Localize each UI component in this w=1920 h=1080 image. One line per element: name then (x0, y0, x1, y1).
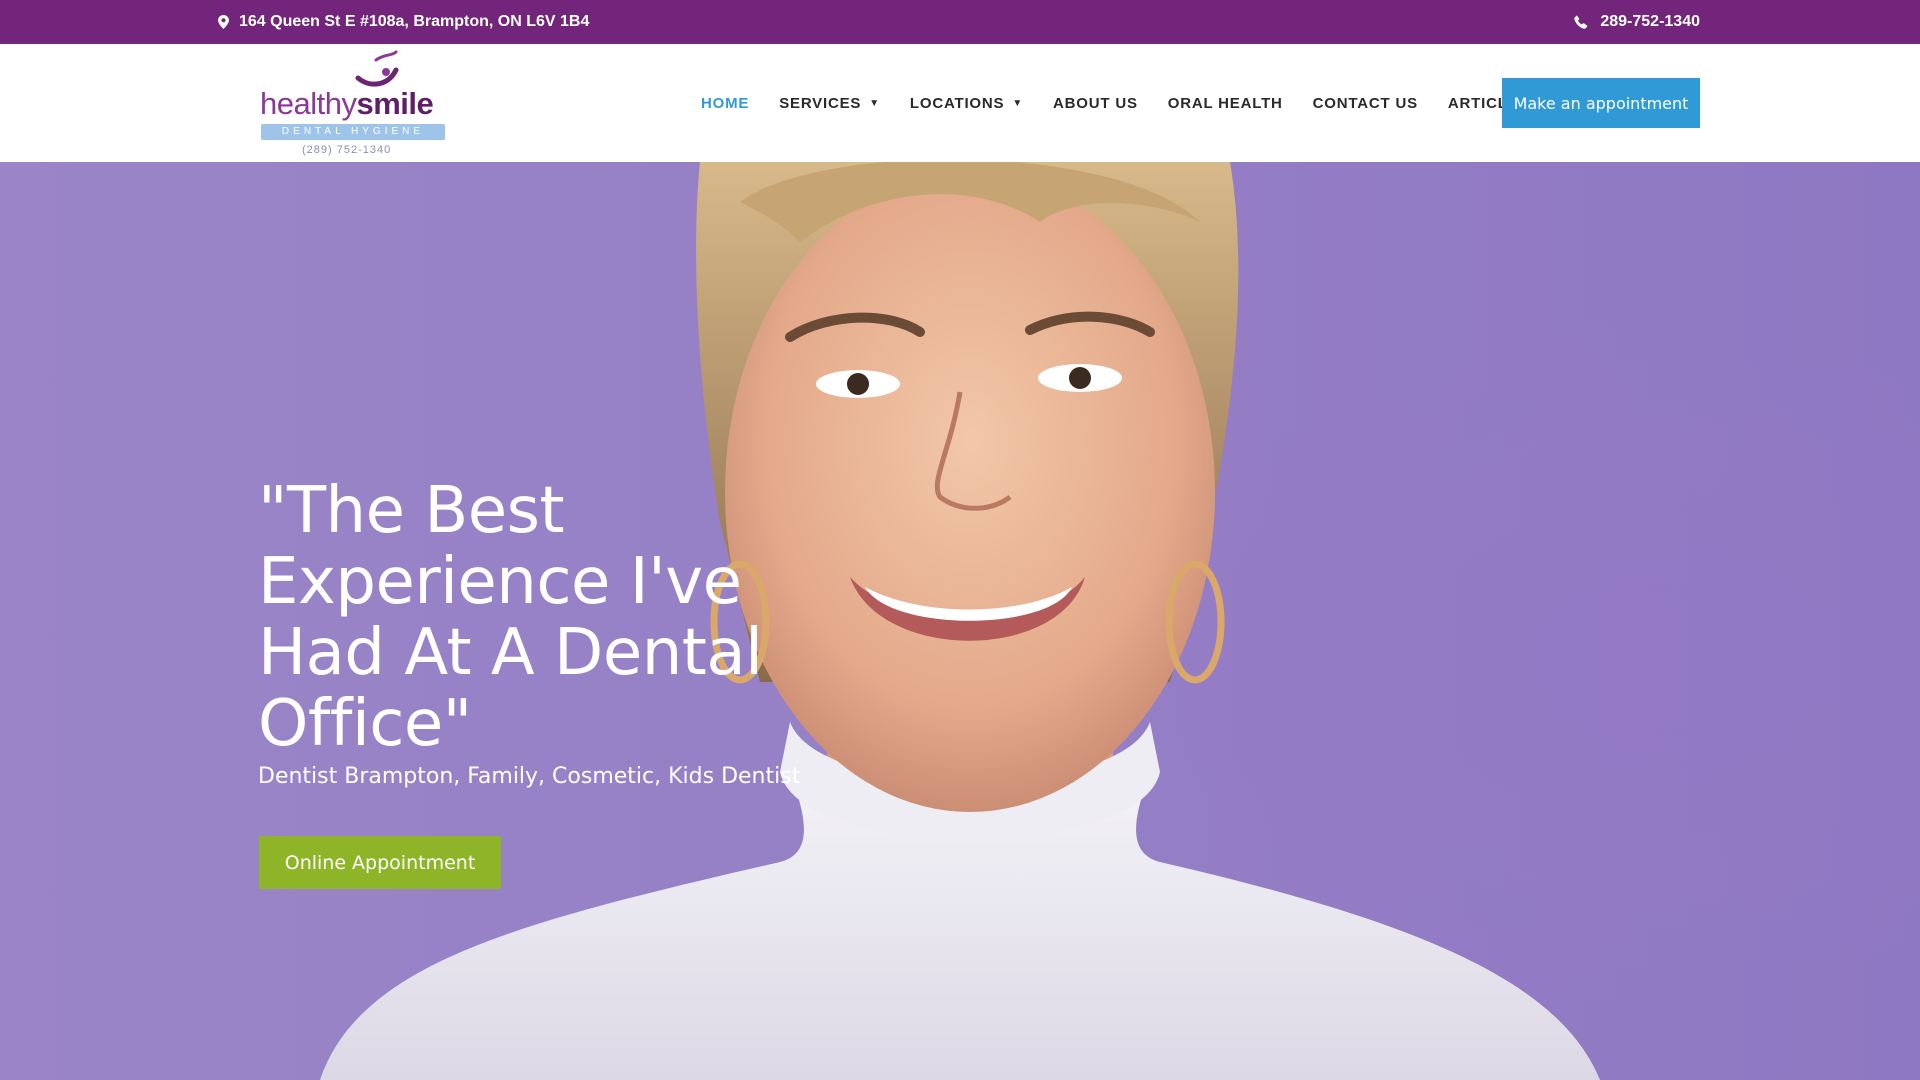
site-header: healthysmile DENTAL HYGIENE (289) 752-13… (0, 44, 1920, 162)
hero-subheadline: Dentist Brampton, Family, Cosmetic, Kids… (258, 764, 801, 789)
nav-item-label: SERVICES (779, 94, 862, 112)
logo-phone: (289) 752-1340 (302, 144, 392, 156)
address-link[interactable]: 164 Queen St E #108a, Brampton, ON L6V 1… (218, 0, 589, 44)
map-pin-icon (218, 15, 229, 29)
logo-word-smile: smile (356, 86, 434, 121)
nav-item-label: ABOUT US (1053, 94, 1138, 112)
nav-item-home[interactable]: HOME (686, 95, 764, 112)
top-info-bar: 164 Queen St E #108a, Brampton, ON L6V 1… (0, 0, 1920, 44)
nav-item-services[interactable]: SERVICES ▼ (764, 95, 895, 112)
smile-swoosh-icon (355, 50, 399, 87)
hero-section: "The Best Experience I've Had At A Denta… (0, 162, 1920, 1080)
hero-text-block: "The Best Experience I've Had At A Denta… (258, 474, 818, 790)
address-text: 164 Queen St E #108a, Brampton, ON L6V 1… (239, 13, 590, 30)
nav-item-label: LOCATIONS (909, 94, 1005, 112)
logo-wordmark: healthysmile (260, 86, 434, 121)
nav-item-about-us[interactable]: ABOUT US (1038, 95, 1153, 112)
hero-headline: "The Best Experience I've Had At A Denta… (258, 474, 763, 761)
nav-item-contact-us[interactable]: CONTACT US (1298, 95, 1433, 112)
phone-link[interactable]: 289-752-1340 (1574, 0, 1700, 44)
main-nav: HOME SERVICES ▼ LOCATIONS ▼ ABOUT US ORA… (686, 44, 1544, 162)
logo-tagline: DENTAL HYGIENE (261, 124, 445, 140)
caret-down-icon: ▼ (1012, 97, 1024, 109)
phone-icon (1574, 15, 1588, 29)
site-logo[interactable]: healthysmile DENTAL HYGIENE (289) 752-13… (258, 50, 448, 156)
nav-item-oral-health[interactable]: ORAL HEALTH (1153, 95, 1298, 112)
caret-down-icon: ▼ (869, 97, 880, 109)
nav-item-label: ORAL HEALTH (1167, 94, 1283, 112)
nav-item-label: CONTACT US (1312, 94, 1418, 112)
nav-item-locations[interactable]: LOCATIONS ▼ (895, 95, 1038, 112)
nav-item-label: HOME (701, 94, 750, 112)
phone-text: 289-752-1340 (1600, 13, 1700, 30)
make-appointment-button[interactable]: Make an appointment (1502, 78, 1700, 128)
online-appointment-button[interactable]: Online Appointment (259, 836, 501, 889)
logo-word-healthy: healthy (260, 86, 357, 121)
